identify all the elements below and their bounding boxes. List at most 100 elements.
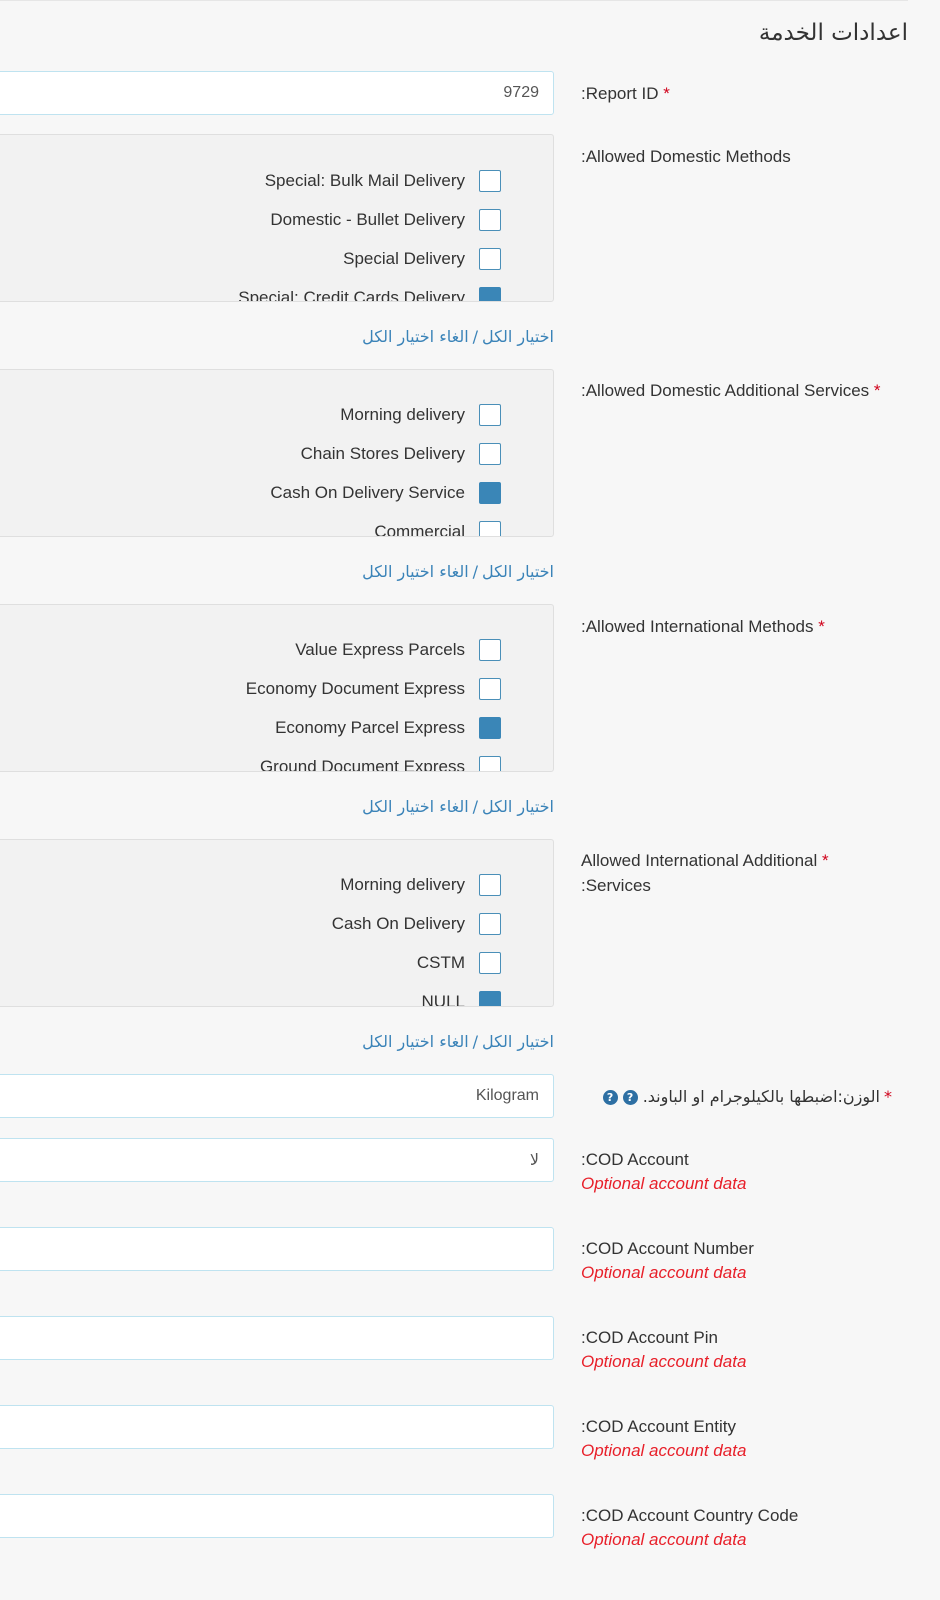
help-icon[interactable]: ?: [602, 1090, 618, 1105]
option-checkbox[interactable]: [479, 756, 501, 771]
cod-account-pin-label-text: :COD Account Pin: [581, 1328, 719, 1347]
list-item[interactable]: Value Express Parcels: [295, 635, 501, 665]
option-label: Special: Bulk Mail Delivery: [264, 171, 465, 190]
option-checkbox[interactable]: [479, 404, 501, 426]
option-checkbox[interactable]: [479, 639, 501, 661]
option-label: Chain Stores Delivery: [300, 444, 465, 463]
option-label: Special: Credit Cards Delivery: [238, 288, 465, 302]
required-mark: *: [884, 1087, 892, 1106]
report-id-label: :Report ID *: [581, 81, 911, 106]
option-label: Cash On Delivery Service: [270, 483, 465, 502]
report-id-label-text: :Report ID: [581, 84, 659, 103]
list-item[interactable]: Ground Document Express: [259, 752, 501, 772]
list-item[interactable]: Cash On Delivery Service: [270, 478, 501, 508]
international-services-select-links: اختيار الكل/الغاء اختيار الكل: [362, 1032, 554, 1051]
domestic-services-list[interactable]: Morning delivery Chain Stores Delivery C…: [0, 369, 554, 537]
international-methods-list[interactable]: Value Express Parcels Economy Document E…: [0, 604, 554, 772]
option-checkbox[interactable]: [479, 287, 501, 301]
deselect-all-link[interactable]: الغاء اختيار الكل: [362, 1032, 468, 1051]
cod-account-country-code-label-text: :COD Account Country Code: [581, 1506, 799, 1525]
option-checkbox[interactable]: [479, 482, 501, 504]
option-checkbox[interactable]: [479, 521, 501, 536]
option-checkbox[interactable]: [479, 248, 501, 270]
cod-account-label-text: :COD Account: [581, 1150, 689, 1169]
list-item[interactable]: Special: Bulk Mail Delivery: [265, 166, 501, 196]
list-item[interactable]: Morning delivery: [340, 400, 501, 430]
cod-account-note: Optional account data: [581, 1174, 747, 1193]
option-checkbox[interactable]: [479, 209, 501, 231]
cod-account-number-input[interactable]: [0, 1227, 554, 1271]
link-separator: /: [472, 797, 479, 816]
list-item[interactable]: Economy Document Express: [246, 674, 501, 704]
domestic-services-label: :Allowed Domestic Additional Services *: [581, 378, 911, 403]
report-id-input[interactable]: 9729: [0, 71, 554, 115]
list-item[interactable]: Economy Parcel Express: [275, 713, 501, 743]
option-checkbox[interactable]: [479, 170, 501, 192]
cod-account-pin-input[interactable]: [0, 1316, 554, 1360]
international-methods-label-text: :Allowed International Methods: [581, 617, 814, 636]
select-all-link[interactable]: اختيار الكل: [482, 797, 554, 816]
option-label: Morning delivery: [340, 405, 465, 424]
cod-account-pin-note: Optional account data: [581, 1352, 747, 1371]
select-all-link[interactable]: اختيار الكل: [482, 562, 554, 581]
list-item[interactable]: Commercial: [374, 517, 501, 537]
domestic-methods-list[interactable]: Special: Bulk Mail Delivery Domestic - B…: [0, 134, 554, 302]
cod-account-entity-label-text: :COD Account Entity: [581, 1417, 736, 1436]
international-services-list[interactable]: Morning delivery Cash On Delivery CSTM N…: [0, 839, 554, 1007]
required-mark: *: [873, 381, 881, 400]
cod-account-value: لا: [529, 1152, 539, 1169]
option-checkbox[interactable]: [479, 717, 501, 739]
option-checkbox[interactable]: [479, 874, 501, 896]
option-checkbox[interactable]: [479, 913, 501, 935]
international-methods-label: :Allowed International Methods *: [581, 614, 911, 639]
help-icon[interactable]: ?: [622, 1090, 638, 1105]
option-label: NULL: [421, 992, 465, 1007]
cod-account-select[interactable]: لا: [0, 1138, 554, 1182]
list-item[interactable]: Domestic - Bullet Delivery: [270, 205, 501, 235]
domestic-services-label-text: :Allowed Domestic Additional Services: [581, 381, 870, 400]
domestic-methods-label: :Allowed Domestic Methods: [581, 144, 911, 169]
option-label: CSTM: [416, 953, 465, 972]
cod-account-country-code-label: :COD Account Country Code: [581, 1503, 911, 1528]
list-item[interactable]: NULL: [421, 987, 501, 1007]
option-checkbox[interactable]: [479, 678, 501, 700]
link-separator: /: [472, 562, 479, 581]
required-mark: *: [822, 851, 829, 870]
cod-account-number-note: Optional account data: [581, 1263, 747, 1282]
weight-select[interactable]: Kilogram: [0, 1074, 554, 1118]
option-label: Commercial: [374, 522, 465, 537]
cod-account-entity-input[interactable]: [0, 1405, 554, 1449]
select-all-link[interactable]: اختيار الكل: [482, 327, 554, 346]
weight-value: Kilogram: [475, 1087, 539, 1104]
international-services-label-line1: Allowed International Additional: [581, 851, 818, 870]
list-item[interactable]: CSTM: [417, 948, 501, 978]
link-separator: /: [472, 327, 479, 346]
weight-label: *الوزن:اضبطها بالكيلوجرام او الباوند. ??: [598, 1087, 892, 1106]
list-item[interactable]: Chain Stores Delivery: [301, 439, 501, 469]
select-all-link[interactable]: اختيار الكل: [482, 1032, 554, 1051]
international-services-label-line2: :Services: [581, 876, 651, 895]
option-checkbox[interactable]: [479, 952, 501, 974]
domestic-methods-label-text: :Allowed Domestic Methods: [581, 147, 791, 166]
option-checkbox[interactable]: [479, 991, 501, 1006]
required-mark: *: [818, 617, 825, 636]
deselect-all-link[interactable]: الغاء اختيار الكل: [362, 562, 468, 581]
domestic-methods-select-links: اختيار الكل/الغاء اختيار الكل: [362, 327, 554, 346]
list-item[interactable]: Special: Credit Cards Delivery: [238, 283, 501, 302]
deselect-all-link[interactable]: الغاء اختيار الكل: [362, 327, 468, 346]
option-label: Value Express Parcels: [295, 640, 465, 659]
cod-account-country-code-note: Optional account data: [581, 1530, 747, 1549]
list-item[interactable]: Special Delivery: [343, 244, 501, 274]
option-checkbox[interactable]: [479, 443, 501, 465]
international-services-label: Allowed International Additional * :Serv…: [581, 848, 911, 898]
list-item[interactable]: Morning delivery: [340, 870, 501, 900]
domestic-services-select-links: اختيار الكل/الغاء اختيار الكل: [362, 562, 554, 581]
international-methods-select-links: اختيار الكل/الغاء اختيار الكل: [362, 797, 554, 816]
cod-account-pin-label: :COD Account Pin: [581, 1325, 911, 1350]
section-title: اعدادات الخدمة: [758, 20, 908, 46]
option-label: Economy Document Express: [245, 679, 465, 698]
option-label: Ground Document Express: [259, 757, 465, 772]
list-item[interactable]: Cash On Delivery: [332, 909, 501, 939]
cod-account-country-code-input[interactable]: [0, 1494, 554, 1538]
deselect-all-link[interactable]: الغاء اختيار الكل: [362, 797, 468, 816]
